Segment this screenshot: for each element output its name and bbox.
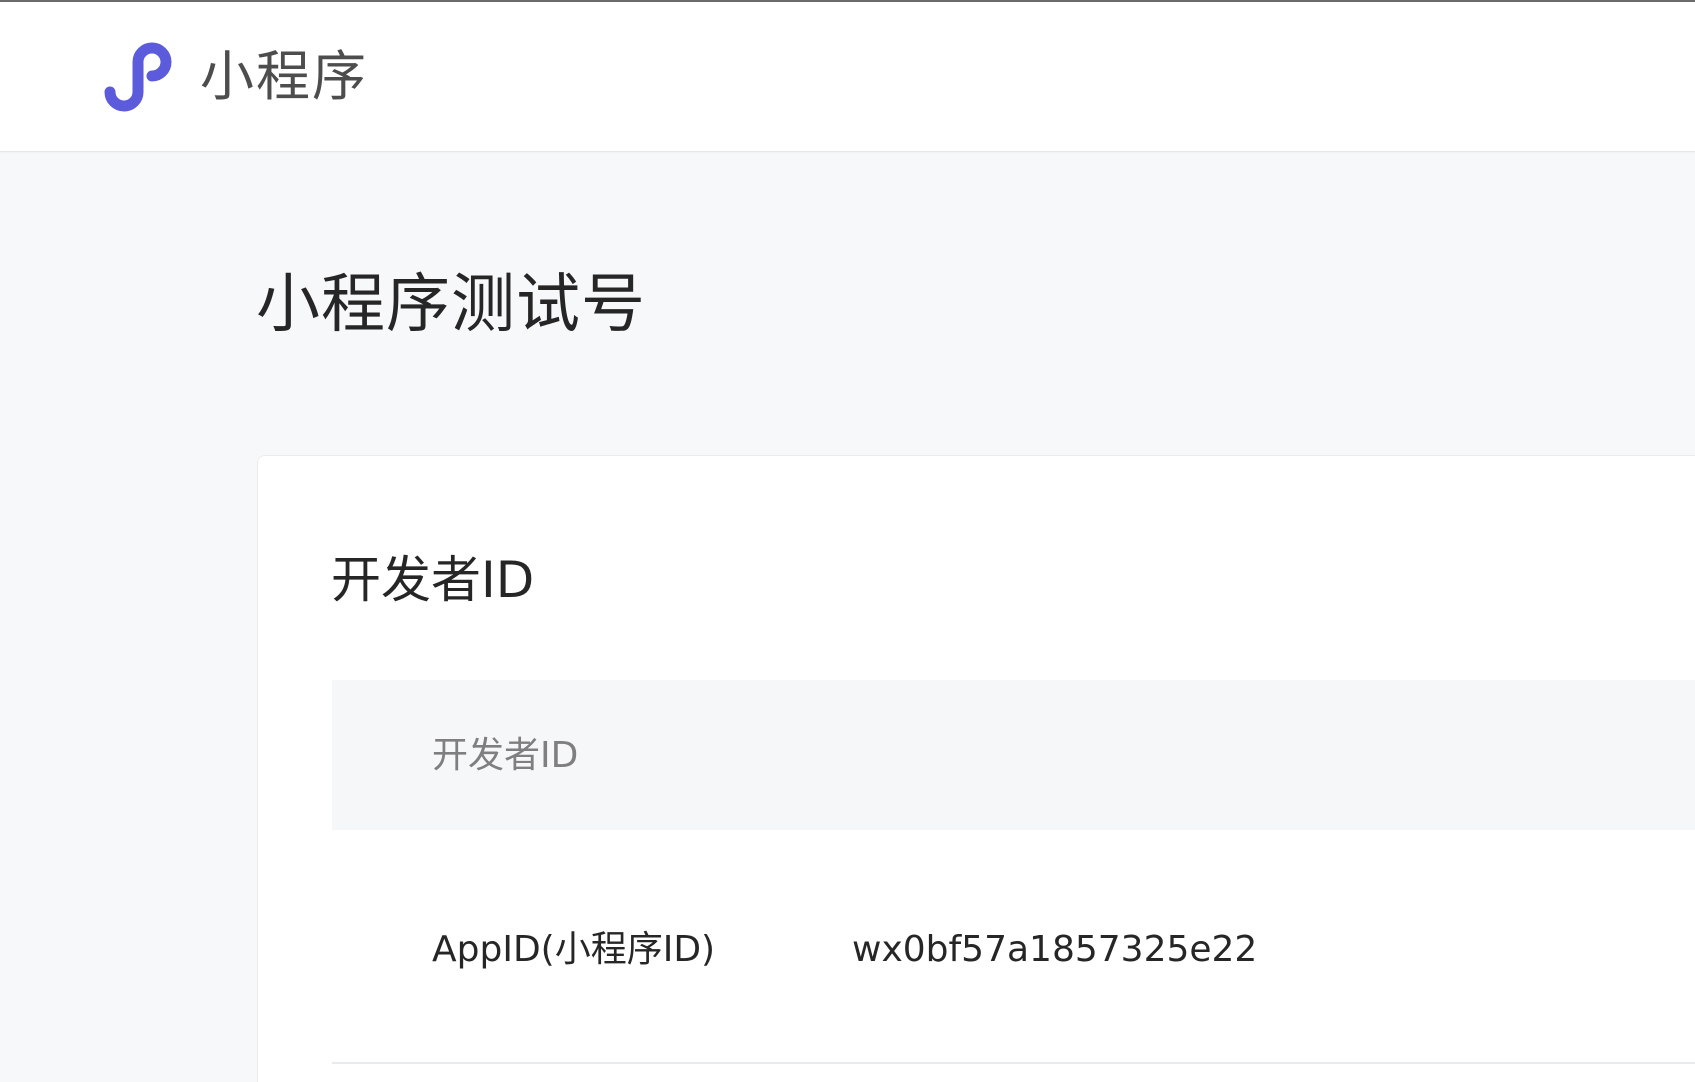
brand-title[interactable]: 小程序: [200, 42, 368, 112]
mini-program-logo-icon[interactable]: [96, 38, 180, 114]
table-row: AppID(小程序ID) wx0bf57a1857325e22: [332, 830, 1695, 1064]
appid-value[interactable]: wx0bf57a1857325e22: [852, 926, 1257, 974]
appid-label: AppID(小程序ID): [432, 929, 716, 970]
column-header-developer-id: 开发者ID: [432, 735, 579, 776]
table-header: 开发者ID: [332, 680, 1695, 830]
top-header: 小程序: [0, 2, 1695, 152]
section-title: 开发者ID: [331, 551, 535, 609]
page-title: 小程序测试号: [256, 268, 646, 342]
developer-id-card: 开发者ID 开发者ID AppID(小程序ID) wx0bf57a1857325…: [257, 455, 1695, 1082]
developer-id-table: 开发者ID AppID(小程序ID) wx0bf57a1857325e22: [332, 680, 1695, 1064]
